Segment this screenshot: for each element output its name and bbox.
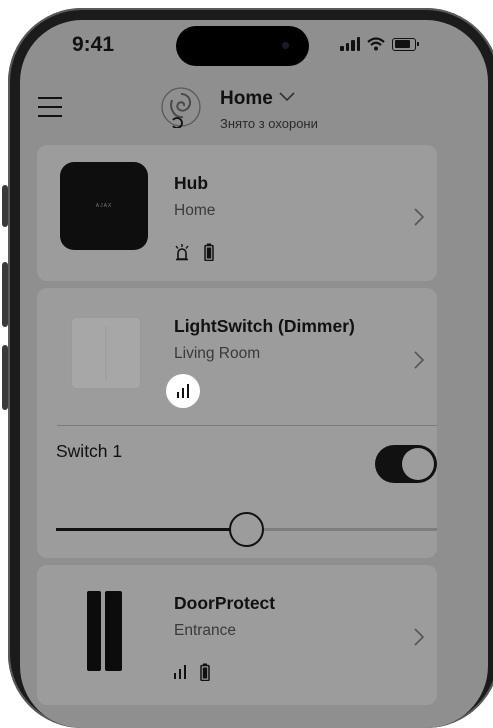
- menu-icon[interactable]: [38, 97, 62, 117]
- signal-strength-icon: [166, 374, 200, 408]
- battery-icon: [392, 37, 416, 51]
- switch-label: Switch 1: [56, 441, 123, 461]
- hub-device-image: AJAX: [60, 162, 148, 250]
- status-time: 9:41: [72, 33, 115, 56]
- brightness-slider-handle[interactable]: [229, 512, 264, 547]
- brightness-slider-track[interactable]: [264, 528, 437, 531]
- hub-logo-text: AJAX: [95, 203, 113, 209]
- camera-dot: [282, 42, 289, 49]
- battery-full-icon: [200, 663, 210, 681]
- action-button: [2, 185, 8, 227]
- volume-up-button: [2, 262, 8, 327]
- switch-toggle[interactable]: [375, 445, 437, 483]
- cellular-signal-icon: [340, 37, 360, 51]
- device-room: Living Room: [174, 345, 261, 362]
- siren-icon: [175, 244, 189, 261]
- status-icons: [340, 37, 419, 51]
- wifi-icon: [367, 37, 385, 51]
- space-title[interactable]: Home: [220, 88, 273, 110]
- device-card-lightswitch[interactable]: LightSwitch (Dimmer) Living Room Switch …: [37, 288, 437, 558]
- status-icons: [174, 663, 210, 681]
- device-card-hub[interactable]: AJAX Hub Home: [37, 145, 437, 281]
- signal-strength-icon: [174, 665, 186, 679]
- device-name: DoorProtect: [174, 593, 276, 613]
- device-room: Home: [174, 202, 216, 219]
- doorprotect-magnet-image: [87, 591, 101, 671]
- chevron-right-icon[interactable]: [411, 206, 427, 228]
- device-name: Hub: [174, 173, 209, 193]
- chevron-right-icon[interactable]: [411, 349, 427, 371]
- doorprotect-sensor-image: [105, 591, 122, 671]
- brightness-slider-fill[interactable]: [56, 528, 246, 531]
- device-name: LightSwitch (Dimmer): [174, 316, 355, 336]
- hub-logo-icon[interactable]: [160, 86, 202, 128]
- divider: [57, 425, 437, 426]
- battery-full-icon: [204, 243, 214, 261]
- device-room: Entrance: [174, 622, 237, 639]
- lightswitch-device-image: [72, 318, 140, 388]
- status-icons: [174, 243, 214, 261]
- device-card-doorprotect[interactable]: DoorProtect Entrance: [37, 565, 437, 705]
- chevron-down-icon[interactable]: [278, 89, 296, 103]
- chevron-right-icon[interactable]: [411, 626, 427, 648]
- volume-down-button: [2, 345, 8, 410]
- dynamic-island: [176, 26, 309, 66]
- security-status: Знято з охорони: [220, 116, 318, 131]
- toggle-knob: [402, 448, 434, 480]
